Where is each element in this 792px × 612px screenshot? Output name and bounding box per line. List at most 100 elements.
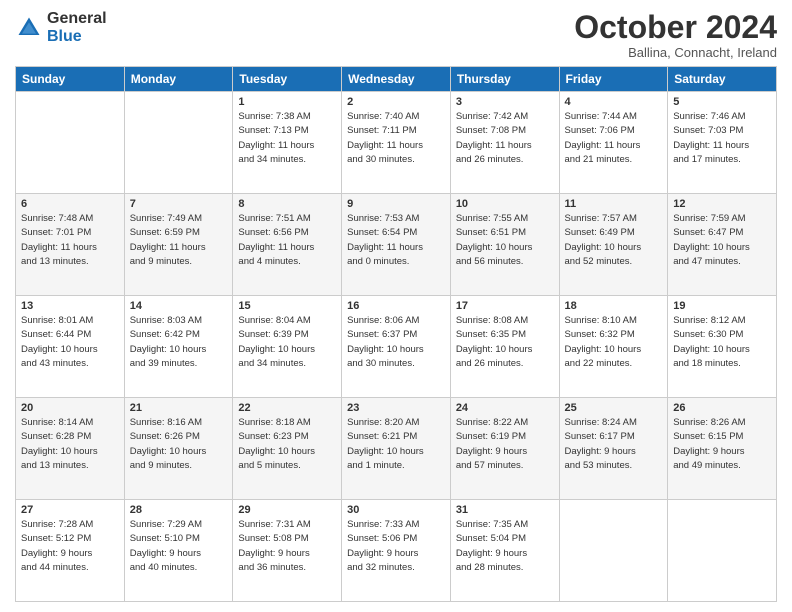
day-info: Sunrise: 8:24 AM Sunset: 6:17 PM Dayligh…	[565, 416, 663, 473]
logo: General Blue	[15, 10, 107, 46]
day-number: 18	[565, 300, 663, 312]
day-number: 30	[347, 504, 445, 516]
table-row	[124, 92, 233, 194]
col-friday: Friday	[559, 67, 668, 92]
day-info: Sunrise: 7:51 AM Sunset: 6:56 PM Dayligh…	[238, 212, 336, 269]
calendar-table: Sunday Monday Tuesday Wednesday Thursday…	[15, 66, 777, 602]
day-number: 17	[456, 300, 554, 312]
day-number: 1	[238, 96, 336, 108]
day-number: 8	[238, 198, 336, 210]
table-row: 27 Sunrise: 7:28 AM Sunset: 5:12 PM Dayli…	[16, 500, 125, 602]
col-sunday: Sunday	[16, 67, 125, 92]
day-info: Sunrise: 8:08 AM Sunset: 6:35 PM Dayligh…	[456, 314, 554, 371]
day-number: 7	[130, 198, 228, 210]
day-number: 2	[347, 96, 445, 108]
day-info: Sunrise: 8:03 AM Sunset: 6:42 PM Dayligh…	[130, 314, 228, 371]
table-row: 11 Sunrise: 7:57 AM Sunset: 6:49 PM Dayli…	[559, 194, 668, 296]
table-row	[16, 92, 125, 194]
table-row	[668, 500, 777, 602]
day-info: Sunrise: 8:01 AM Sunset: 6:44 PM Dayligh…	[21, 314, 119, 371]
day-number: 26	[673, 402, 771, 414]
table-row: 19 Sunrise: 8:12 AM Sunset: 6:30 PM Dayli…	[668, 296, 777, 398]
table-row: 15 Sunrise: 8:04 AM Sunset: 6:39 PM Dayli…	[233, 296, 342, 398]
page: General Blue October 2024 Ballina, Conna…	[0, 0, 792, 612]
day-info: Sunrise: 7:29 AM Sunset: 5:10 PM Dayligh…	[130, 518, 228, 575]
day-number: 27	[21, 504, 119, 516]
day-info: Sunrise: 8:18 AM Sunset: 6:23 PM Dayligh…	[238, 416, 336, 473]
day-info: Sunrise: 8:22 AM Sunset: 6:19 PM Dayligh…	[456, 416, 554, 473]
day-number: 25	[565, 402, 663, 414]
table-row: 12Sunrise: 7:59 AM Sunset: 6:47 PM Dayli…	[668, 194, 777, 296]
table-row: 6 Sunrise: 7:48 AM Sunset: 7:01 PM Daylig…	[16, 194, 125, 296]
col-monday: Monday	[124, 67, 233, 92]
day-number: 3	[456, 96, 554, 108]
day-info: Sunrise: 7:55 AM Sunset: 6:51 PM Dayligh…	[456, 212, 554, 269]
day-number: 4	[565, 96, 663, 108]
day-info: Sunrise: 7:38 AM Sunset: 7:13 PM Dayligh…	[238, 110, 336, 167]
table-row: 17 Sunrise: 8:08 AM Sunset: 6:35 PM Dayli…	[450, 296, 559, 398]
table-row: 5 Sunrise: 7:46 AM Sunset: 7:03 PM Daylig…	[668, 92, 777, 194]
table-row: 7 Sunrise: 7:49 AM Sunset: 6:59 PM Daylig…	[124, 194, 233, 296]
col-saturday: Saturday	[668, 67, 777, 92]
table-row: 9Sunrise: 7:53 AM Sunset: 6:54 PM Daylig…	[342, 194, 451, 296]
table-row: 16Sunrise: 8:06 AM Sunset: 6:37 PM Dayli…	[342, 296, 451, 398]
calendar-week-row: 13Sunrise: 8:01 AM Sunset: 6:44 PM Dayli…	[16, 296, 777, 398]
day-info: Sunrise: 7:42 AM Sunset: 7:08 PM Dayligh…	[456, 110, 554, 167]
table-row: 23Sunrise: 8:20 AM Sunset: 6:21 PM Dayli…	[342, 398, 451, 500]
table-row: 4 Sunrise: 7:44 AM Sunset: 7:06 PM Daylig…	[559, 92, 668, 194]
calendar-week-row: 6 Sunrise: 7:48 AM Sunset: 7:01 PM Daylig…	[16, 194, 777, 296]
table-row: 24 Sunrise: 8:22 AM Sunset: 6:19 PM Dayli…	[450, 398, 559, 500]
table-row: 8 Sunrise: 7:51 AM Sunset: 6:56 PM Daylig…	[233, 194, 342, 296]
table-row	[559, 500, 668, 602]
table-row: 31Sunrise: 7:35 AM Sunset: 5:04 PM Dayli…	[450, 500, 559, 602]
day-info: Sunrise: 7:31 AM Sunset: 5:08 PM Dayligh…	[238, 518, 336, 575]
day-info: Sunrise: 7:57 AM Sunset: 6:49 PM Dayligh…	[565, 212, 663, 269]
table-row: 29 Sunrise: 7:31 AM Sunset: 5:08 PM Dayli…	[233, 500, 342, 602]
col-wednesday: Wednesday	[342, 67, 451, 92]
table-row: 25 Sunrise: 8:24 AM Sunset: 6:17 PM Dayli…	[559, 398, 668, 500]
day-number: 23	[347, 402, 445, 414]
month-title: October 2024	[574, 10, 777, 45]
day-number: 22	[238, 402, 336, 414]
day-info: Sunrise: 7:28 AM Sunset: 5:12 PM Dayligh…	[21, 518, 119, 575]
day-info: Sunrise: 8:26 AM Sunset: 6:15 PM Dayligh…	[673, 416, 771, 473]
table-row: 30Sunrise: 7:33 AM Sunset: 5:06 PM Dayli…	[342, 500, 451, 602]
logo-text: General Blue	[47, 10, 107, 46]
table-row: 22 Sunrise: 8:18 AM Sunset: 6:23 PM Dayli…	[233, 398, 342, 500]
day-number: 19	[673, 300, 771, 312]
header: General Blue October 2024 Ballina, Conna…	[15, 10, 777, 60]
title-block: October 2024 Ballina, Connacht, Ireland	[574, 10, 777, 60]
day-number: 11	[565, 198, 663, 210]
day-number: 5	[673, 96, 771, 108]
day-info: Sunrise: 7:53 AM Sunset: 6:54 PM Dayligh…	[347, 212, 445, 269]
day-number: 6	[21, 198, 119, 210]
calendar-week-row: 27 Sunrise: 7:28 AM Sunset: 5:12 PM Dayli…	[16, 500, 777, 602]
day-info: Sunrise: 7:44 AM Sunset: 7:06 PM Dayligh…	[565, 110, 663, 167]
day-number: 16	[347, 300, 445, 312]
table-row: 1 Sunrise: 7:38 AM Sunset: 7:13 PM Daylig…	[233, 92, 342, 194]
day-number: 28	[130, 504, 228, 516]
table-row: 2Sunrise: 7:40 AM Sunset: 7:11 PM Daylig…	[342, 92, 451, 194]
table-row: 20Sunrise: 8:14 AM Sunset: 6:28 PM Dayli…	[16, 398, 125, 500]
day-number: 10	[456, 198, 554, 210]
table-row: 28 Sunrise: 7:29 AM Sunset: 5:10 PM Dayli…	[124, 500, 233, 602]
day-number: 15	[238, 300, 336, 312]
table-row: 10 Sunrise: 7:55 AM Sunset: 6:51 PM Dayli…	[450, 194, 559, 296]
day-number: 20	[21, 402, 119, 414]
calendar-week-row: 1 Sunrise: 7:38 AM Sunset: 7:13 PM Daylig…	[16, 92, 777, 194]
day-number: 24	[456, 402, 554, 414]
day-info: Sunrise: 7:49 AM Sunset: 6:59 PM Dayligh…	[130, 212, 228, 269]
day-info: Sunrise: 8:10 AM Sunset: 6:32 PM Dayligh…	[565, 314, 663, 371]
day-info: Sunrise: 8:12 AM Sunset: 6:30 PM Dayligh…	[673, 314, 771, 371]
day-info: Sunrise: 7:46 AM Sunset: 7:03 PM Dayligh…	[673, 110, 771, 167]
day-info: Sunrise: 7:48 AM Sunset: 7:01 PM Dayligh…	[21, 212, 119, 269]
calendar-header-row: Sunday Monday Tuesday Wednesday Thursday…	[16, 67, 777, 92]
day-info: Sunrise: 8:04 AM Sunset: 6:39 PM Dayligh…	[238, 314, 336, 371]
calendar-week-row: 20Sunrise: 8:14 AM Sunset: 6:28 PM Dayli…	[16, 398, 777, 500]
day-number: 29	[238, 504, 336, 516]
col-thursday: Thursday	[450, 67, 559, 92]
day-number: 12	[673, 198, 771, 210]
day-info: Sunrise: 8:16 AM Sunset: 6:26 PM Dayligh…	[130, 416, 228, 473]
table-row: 13Sunrise: 8:01 AM Sunset: 6:44 PM Dayli…	[16, 296, 125, 398]
table-row: 14Sunrise: 8:03 AM Sunset: 6:42 PM Dayli…	[124, 296, 233, 398]
